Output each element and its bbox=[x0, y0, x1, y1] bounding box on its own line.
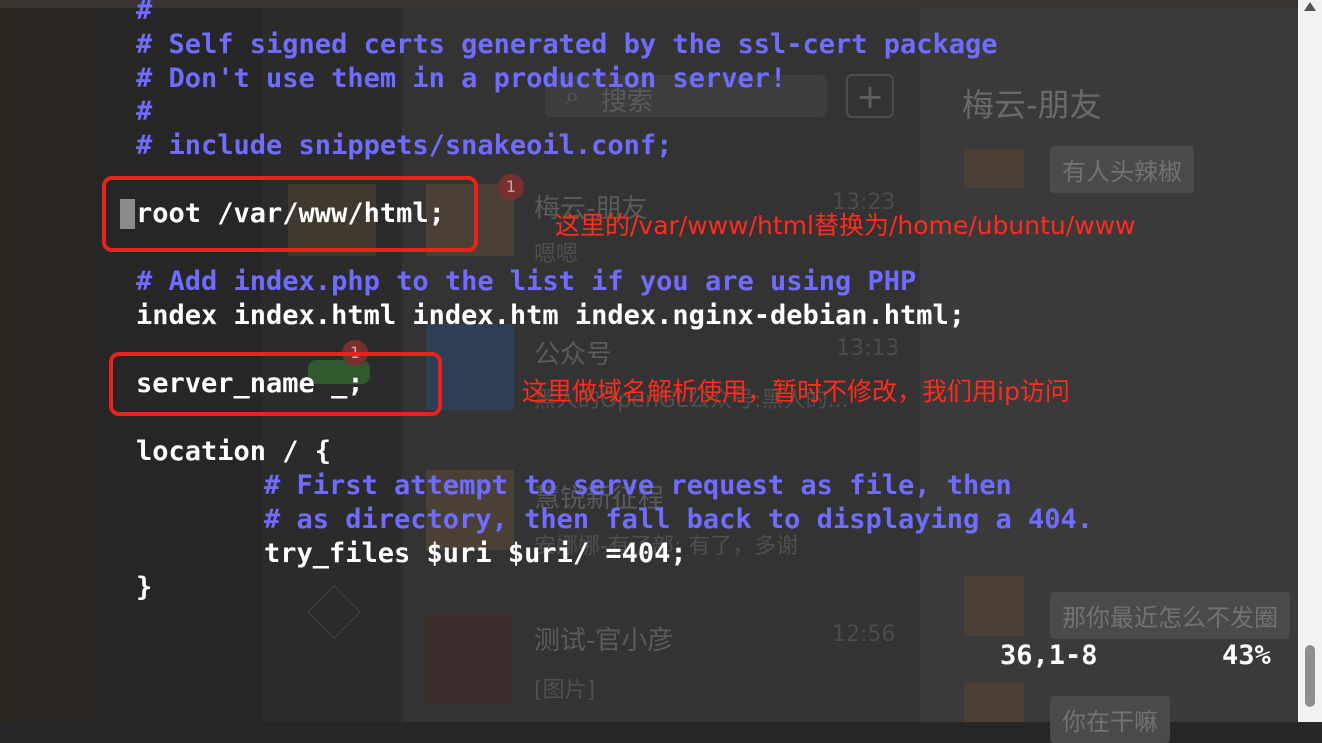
chat-title: 梅云-朋友 bbox=[962, 86, 1102, 124]
message-avatar bbox=[964, 576, 1024, 636]
comment-line: # Add index.php to the list if you are u… bbox=[136, 266, 917, 297]
cursor-position-status: 36,1-8 bbox=[1000, 640, 1098, 671]
comment-line: # bbox=[136, 96, 153, 127]
scroll-up-arrow-icon[interactable] bbox=[1304, 2, 1316, 11]
comment-line: # Self signed certs generated by the ssl… bbox=[136, 29, 998, 60]
location-block-close: } bbox=[136, 572, 153, 603]
unread-badge: 1 bbox=[498, 174, 524, 200]
conversation-time: 12:56 bbox=[832, 622, 896, 647]
index-directive: index index.html index.htm index.nginx-d… bbox=[136, 300, 966, 331]
comment-line: # bbox=[136, 0, 153, 26]
comment-line: # First attempt to serve request as file… bbox=[264, 470, 1012, 501]
conversation-name: 公众号 bbox=[534, 340, 613, 370]
comment-line: # as directory, then fall back to displa… bbox=[264, 504, 1094, 535]
message-bubble: 你在干嘛 bbox=[1050, 696, 1170, 743]
location-block-open: location / { bbox=[136, 436, 332, 467]
scrollbar-thumb[interactable] bbox=[1305, 645, 1315, 707]
root-highlight-box bbox=[102, 176, 478, 252]
conversation-avatar bbox=[426, 614, 514, 704]
message-bubble: 那你最近怎么不发圈 bbox=[1050, 592, 1290, 639]
window-scrollbar[interactable] bbox=[1298, 0, 1322, 722]
conversation-time: 13:13 bbox=[836, 336, 900, 361]
comment-line: # Don't use them in a production server! bbox=[136, 63, 787, 94]
comment-line: # include snippets/snakeoil.conf; bbox=[136, 130, 673, 161]
message-avatar bbox=[964, 682, 1024, 722]
root-annotation: 这里的/var/www/html替换为/home/ubuntu/www bbox=[555, 211, 1136, 240]
try-files-directive: try_files $uri $uri/ =404; bbox=[264, 538, 687, 569]
conversation-message: [图片] bbox=[534, 678, 596, 703]
scroll-percent-status: 43% bbox=[1222, 640, 1271, 671]
server-name-highlight-box bbox=[109, 352, 442, 416]
server-name-annotation: 这里做域名解析使用，暂时不修改，我们用ip访问 bbox=[522, 377, 1070, 406]
message-bubble: 有人头辣椒 bbox=[1050, 146, 1194, 193]
window-top-strip bbox=[0, 0, 1300, 8]
conversation-name: 测试-官小彦 bbox=[534, 626, 674, 656]
add-chat-button[interactable]: + bbox=[846, 74, 894, 118]
message-avatar bbox=[964, 150, 1024, 188]
